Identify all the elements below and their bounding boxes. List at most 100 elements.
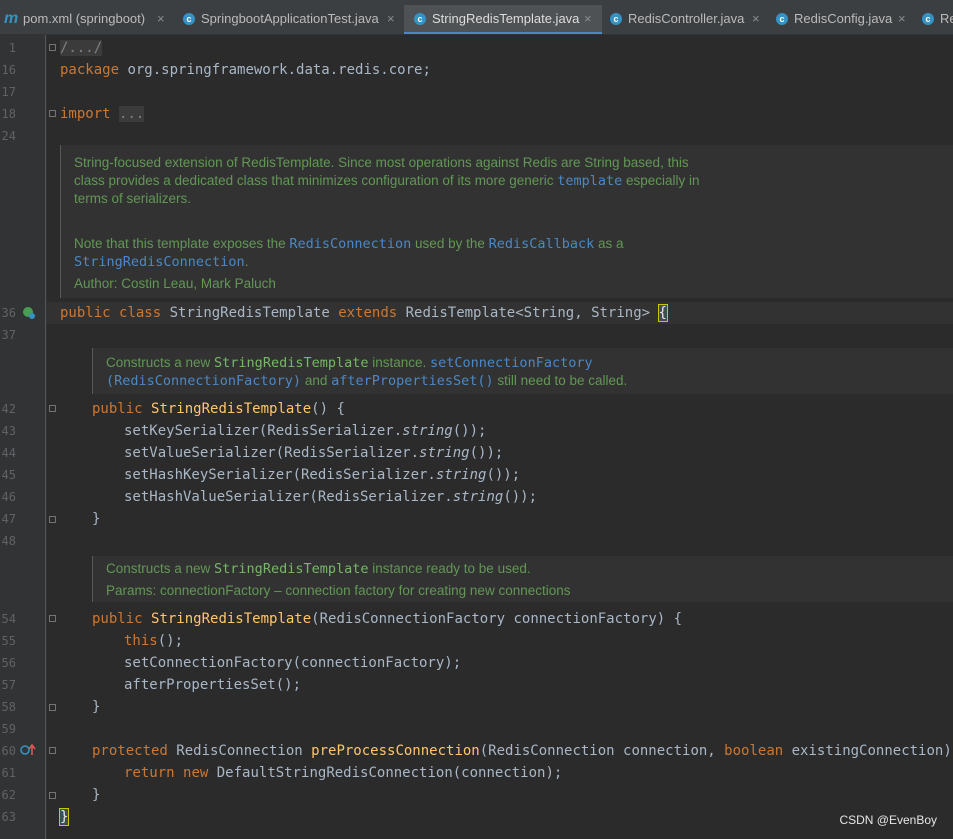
method-name: StringRedisTemplate bbox=[151, 611, 312, 627]
fold-marker[interactable] bbox=[49, 792, 56, 799]
watermark: CSDN @EvenBoy bbox=[839, 813, 937, 827]
code-line[interactable]: } bbox=[92, 508, 100, 530]
code-line-1[interactable]: /.../ bbox=[60, 37, 103, 59]
code-line-preprocess[interactable]: protected RedisConnection preProcessConn… bbox=[92, 740, 953, 762]
constructor-javadoc: Constructs a new StringRedisTemplate ins… bbox=[92, 348, 953, 394]
caret-brace: { bbox=[657, 304, 668, 322]
tab-springboot-application-test[interactable]: c SpringbootApplicationTest.java × bbox=[172, 5, 404, 34]
doc-author: Author: Costin Leau, Mark Paluch bbox=[74, 276, 276, 291]
line-number: 42 bbox=[1, 402, 16, 416]
code-line-ctor1[interactable]: public StringRedisTemplate() { bbox=[92, 398, 345, 420]
fold-marker[interactable] bbox=[49, 44, 56, 51]
doc-link[interactable]: setConnectionFactory bbox=[430, 355, 593, 371]
fold-marker[interactable] bbox=[49, 615, 56, 622]
tab-redis-config[interactable]: c RedisConfig.java × bbox=[766, 5, 916, 34]
fold-marker[interactable] bbox=[49, 516, 56, 523]
code-line[interactable]: setHashKeySerializer(RedisSerializer.str… bbox=[124, 464, 520, 486]
code-line[interactable]: afterPropertiesSet(); bbox=[124, 674, 301, 696]
doc-text: Constructs a new StringRedisTemplate ins… bbox=[106, 561, 531, 577]
override-method-icon[interactable] bbox=[20, 743, 36, 756]
collapsed-imports[interactable]: ... bbox=[119, 106, 145, 122]
line-number: 18 bbox=[1, 107, 16, 121]
fold-marker[interactable] bbox=[49, 405, 56, 412]
code-line[interactable]: setValueSerializer(RedisSerializer.strin… bbox=[124, 442, 503, 464]
tab-label: RedisController.java bbox=[628, 11, 745, 26]
doc-link[interactable]: afterPropertiesSet() bbox=[331, 373, 494, 389]
code-line[interactable]: setKeySerializer(RedisSerializer.string(… bbox=[124, 420, 486, 442]
line-number: 54 bbox=[1, 612, 16, 626]
code-line-class-declaration[interactable]: public class StringRedisTemplate extends… bbox=[60, 302, 668, 324]
code-line[interactable]: setHashValueSerializer(RedisSerializer.s… bbox=[124, 486, 537, 508]
class-name: StringRedisTemplate bbox=[161, 305, 339, 321]
close-icon[interactable]: × bbox=[157, 5, 165, 33]
fold-marker[interactable] bbox=[49, 747, 56, 754]
fold-marker[interactable] bbox=[49, 110, 56, 117]
class-icon: c bbox=[922, 13, 934, 25]
line-number: 59 bbox=[1, 722, 16, 736]
code-line[interactable]: this(); bbox=[124, 630, 183, 652]
line-number: 48 bbox=[1, 534, 16, 548]
fold-marker[interactable] bbox=[49, 704, 56, 711]
tab-pom-xml[interactable]: m pom.xml (springboot) × bbox=[0, 5, 172, 34]
code-line-final[interactable]: } bbox=[58, 806, 70, 828]
tab-string-redis-template[interactable]: c StringRedisTemplate.java × bbox=[404, 5, 602, 34]
code-line[interactable]: } bbox=[92, 696, 100, 718]
tab-label: Re bbox=[940, 11, 953, 26]
doc-link[interactable]: (RedisConnectionFactory) bbox=[106, 373, 301, 389]
constructor-javadoc: Constructs a new StringRedisTemplate ins… bbox=[92, 556, 953, 602]
editor-tab-bar: m pom.xml (springboot) × c SpringbootApp… bbox=[0, 5, 953, 35]
package-name: org.springframework.data.redis.core; bbox=[119, 62, 431, 78]
class-icon: c bbox=[776, 13, 788, 25]
class-javadoc: String-focused extension of RedisTemplat… bbox=[60, 145, 953, 298]
code-line-package[interactable]: package org.springframework.data.redis.c… bbox=[60, 59, 431, 81]
tab-redis-controller[interactable]: c RedisController.java × bbox=[602, 5, 766, 34]
close-icon[interactable]: × bbox=[752, 5, 760, 33]
code-line[interactable]: return new DefaultStringRedisConnection(… bbox=[124, 762, 562, 784]
code-line-import[interactable]: import ... bbox=[60, 103, 145, 125]
doc-link[interactable]: StringRedisConnection bbox=[74, 254, 245, 270]
class-icon: c bbox=[414, 13, 426, 25]
line-number: 57 bbox=[1, 678, 16, 692]
line-number: 47 bbox=[1, 512, 16, 526]
line-number: 16 bbox=[1, 63, 16, 77]
doc-text: Note that this template exposes the Redi… bbox=[74, 236, 624, 252]
class-icon: c bbox=[183, 13, 195, 25]
doc-text: StringRedisConnection. bbox=[74, 254, 249, 270]
line-number: 55 bbox=[1, 634, 16, 648]
line-number: 46 bbox=[1, 490, 16, 504]
collapsed-header-comment[interactable]: /.../ bbox=[60, 40, 103, 56]
doc-text: terms of serializers. bbox=[74, 191, 192, 206]
run-class-icon[interactable] bbox=[22, 306, 36, 320]
tab-label: pom.xml (springboot) bbox=[23, 11, 146, 26]
code-line[interactable]: setConnectionFactory(connectionFactory); bbox=[124, 652, 461, 674]
line-number: 1 bbox=[8, 41, 16, 55]
matched-brace: } bbox=[58, 808, 70, 826]
close-icon[interactable]: × bbox=[584, 5, 592, 33]
close-icon[interactable]: × bbox=[898, 5, 906, 33]
method-name: StringRedisTemplate bbox=[151, 401, 312, 417]
line-number: 24 bbox=[1, 129, 16, 143]
doc-link[interactable]: RedisCallback bbox=[489, 236, 595, 252]
tab-label: SpringbootApplicationTest.java bbox=[201, 11, 379, 26]
code-line[interactable]: } bbox=[92, 784, 100, 806]
line-number: 61 bbox=[1, 766, 16, 780]
tab-truncated[interactable]: c Re bbox=[916, 5, 953, 34]
doc-text: String-focused extension of RedisTemplat… bbox=[74, 155, 689, 170]
tab-label: StringRedisTemplate.java bbox=[432, 11, 580, 26]
doc-text: (RedisConnectionFactory) and afterProper… bbox=[106, 373, 628, 389]
maven-m-icon: m bbox=[4, 10, 19, 27]
line-number: 62 bbox=[1, 788, 16, 802]
line-number: 44 bbox=[1, 446, 16, 460]
line-number: 37 bbox=[1, 328, 16, 342]
doc-link[interactable]: template bbox=[557, 173, 622, 189]
close-icon[interactable]: × bbox=[387, 5, 395, 33]
doc-text: Constructs a new StringRedisTemplate ins… bbox=[106, 355, 593, 371]
code-line-ctor2[interactable]: public StringRedisTemplate(RedisConnecti… bbox=[92, 608, 682, 630]
doc-link[interactable]: RedisConnection bbox=[289, 236, 411, 252]
doc-text: class provides a dedicated class that mi… bbox=[74, 173, 700, 189]
line-number: 45 bbox=[1, 468, 16, 482]
line-number: 56 bbox=[1, 656, 16, 670]
package-keyword: package bbox=[60, 62, 120, 78]
line-number: 58 bbox=[1, 700, 16, 714]
tab-label: RedisConfig.java bbox=[794, 11, 893, 26]
